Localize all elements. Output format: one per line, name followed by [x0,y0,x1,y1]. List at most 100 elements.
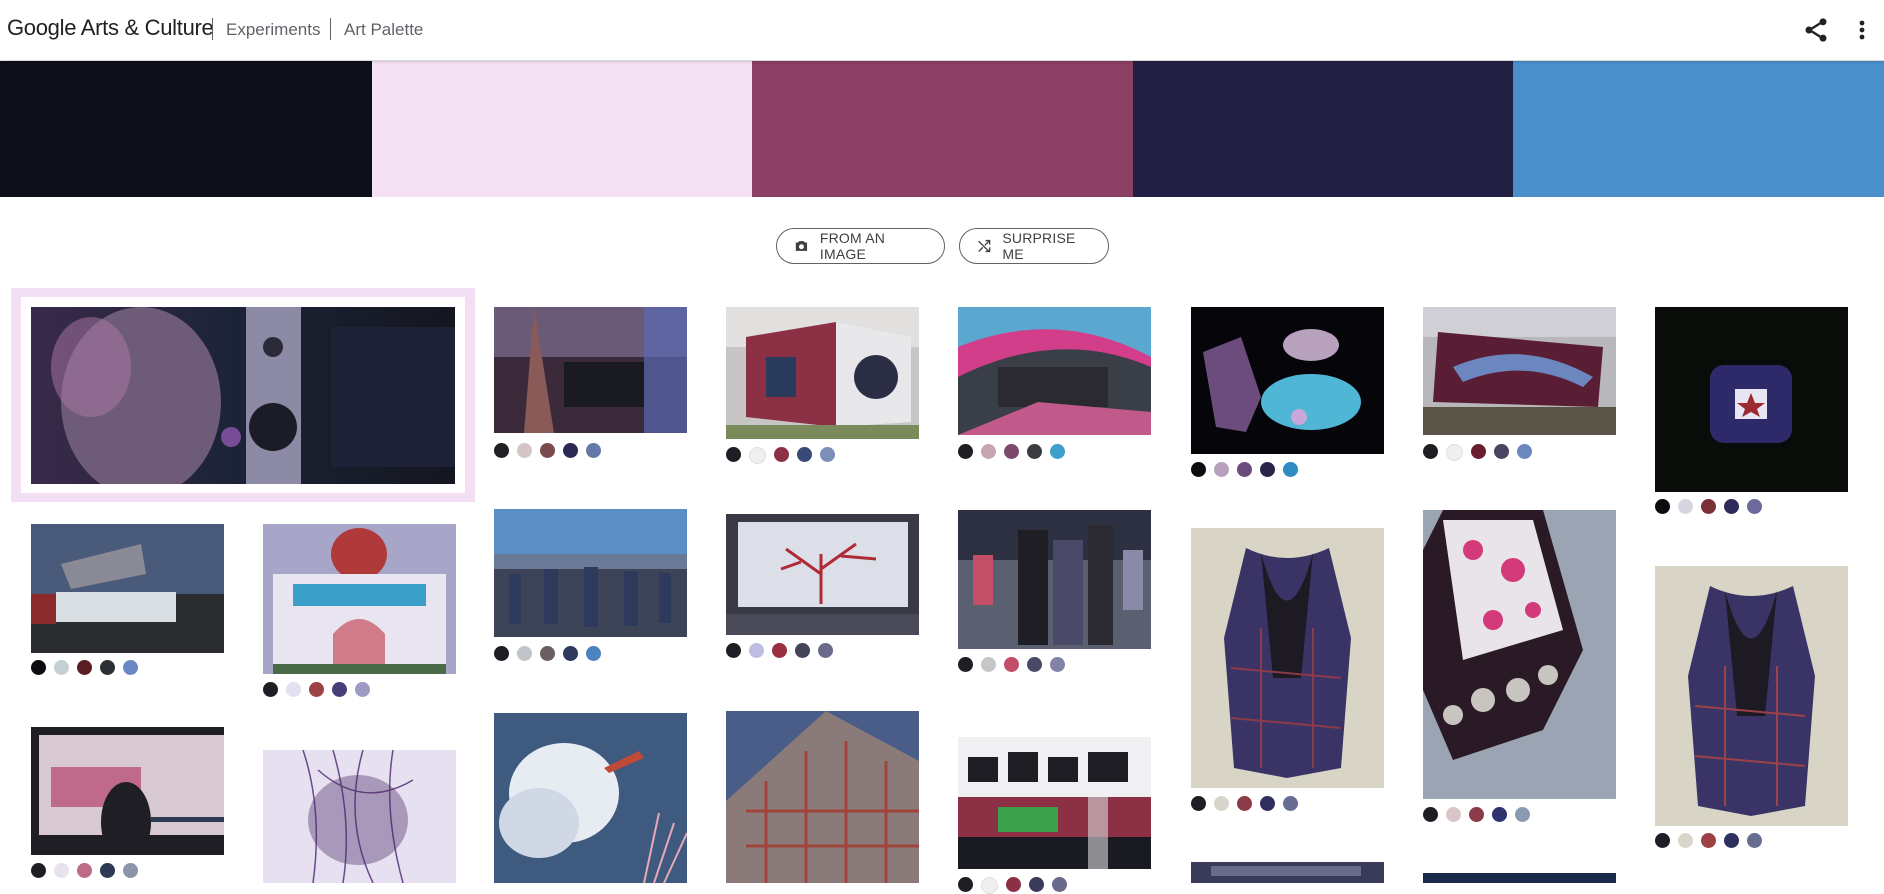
artwork-crowd-hall[interactable] [494,509,687,637]
color-dot[interactable] [1423,807,1438,822]
breadcrumb-experiments[interactable]: Experiments [226,20,320,40]
color-dot[interactable] [1004,444,1019,459]
color-dot[interactable] [1446,807,1461,822]
color-dot[interactable] [355,682,370,697]
color-dot[interactable] [749,643,764,658]
color-dot[interactable] [1214,796,1229,811]
artwork-palace-building[interactable] [263,524,456,674]
artwork-street-art-plaza[interactable] [958,307,1151,435]
artwork-piano-church[interactable] [494,307,687,433]
color-dot[interactable] [726,643,741,658]
color-dot[interactable] [586,646,601,661]
color-dot[interactable] [1517,444,1532,459]
color-dot[interactable] [54,660,69,675]
color-dot[interactable] [981,657,996,672]
color-dot[interactable] [958,657,973,672]
color-dot[interactable] [1237,796,1252,811]
color-dot[interactable] [1655,499,1670,514]
color-dot[interactable] [1724,833,1739,848]
surprise-me-button[interactable]: SURPRISE ME [959,228,1109,264]
color-dot[interactable] [100,863,115,878]
artwork-graffiti-wall[interactable] [958,737,1151,869]
color-dot[interactable] [726,447,741,462]
color-dot[interactable] [123,863,138,878]
color-dot[interactable] [1515,807,1530,822]
palette-swatch-2[interactable] [372,61,752,197]
artwork-purple-threads[interactable] [263,750,456,883]
color-dot[interactable] [1724,499,1739,514]
artwork-sky-painting[interactable] [494,713,687,883]
artwork-coral-painting[interactable] [726,514,919,635]
color-dot[interactable] [1471,444,1486,459]
color-dot[interactable] [77,660,92,675]
artwork-vest-1[interactable] [1191,528,1384,788]
color-dot[interactable] [54,863,69,878]
more-vert-icon[interactable] [1850,16,1874,44]
color-dot[interactable] [797,447,812,462]
color-dot[interactable] [749,447,766,464]
color-dot[interactable] [1678,833,1693,848]
color-dot[interactable] [494,646,509,661]
color-dot[interactable] [332,682,347,697]
color-dot[interactable] [1006,877,1021,892]
color-dot[interactable] [1283,462,1298,477]
color-dot[interactable] [309,682,324,697]
artwork-partial-2[interactable] [1423,873,1616,883]
brand-logo[interactable]: Google Arts & Culture [7,15,214,41]
color-dot[interactable] [795,643,810,658]
artwork-steel-frame[interactable] [726,711,919,883]
palette-swatch-5[interactable] [1513,61,1884,197]
color-dot[interactable] [1052,877,1067,892]
artwork-minerals[interactable] [1191,307,1384,454]
color-dot[interactable] [818,643,833,658]
color-dot[interactable] [1004,657,1019,672]
color-dot[interactable] [31,660,46,675]
artwork-painted-block[interactable] [1423,307,1616,435]
artwork-billboard-dusk[interactable] [31,524,224,653]
color-dot[interactable] [286,682,301,697]
color-dot[interactable] [1283,796,1298,811]
artwork-embroidered-sleeve[interactable] [1423,510,1616,799]
color-dot[interactable] [1655,833,1670,848]
color-dot[interactable] [1494,444,1509,459]
color-dot[interactable] [1191,796,1206,811]
artwork-man-studio[interactable] [31,307,455,484]
color-dot[interactable] [1260,796,1275,811]
color-dot[interactable] [1050,657,1065,672]
color-dot[interactable] [1214,462,1229,477]
color-dot[interactable] [563,443,578,458]
color-dot[interactable] [100,660,115,675]
color-dot[interactable] [774,447,789,462]
color-dot[interactable] [958,877,973,892]
color-dot[interactable] [1678,499,1693,514]
color-dot[interactable] [1027,657,1042,672]
color-dot[interactable] [1701,833,1716,848]
color-dot[interactable] [494,443,509,458]
share-icon[interactable] [1802,16,1830,44]
color-dot[interactable] [958,444,973,459]
color-dot[interactable] [772,643,787,658]
artwork-square-tile[interactable] [1655,307,1848,492]
artwork-mural-cube[interactable] [726,307,919,439]
color-dot[interactable] [77,863,92,878]
color-dot[interactable] [123,660,138,675]
color-dot[interactable] [1492,807,1507,822]
breadcrumb-art-palette[interactable]: Art Palette [344,20,423,40]
color-dot[interactable] [563,646,578,661]
color-dot[interactable] [981,444,996,459]
palette-swatch-3[interactable] [752,61,1133,197]
color-dot[interactable] [1747,499,1762,514]
color-dot[interactable] [1260,462,1275,477]
color-dot[interactable] [1191,462,1206,477]
color-dot[interactable] [263,682,278,697]
color-dot[interactable] [586,443,601,458]
color-dot[interactable] [517,646,532,661]
color-dot[interactable] [981,877,998,894]
color-dot[interactable] [31,863,46,878]
palette-swatch-4[interactable] [1133,61,1513,197]
color-dot[interactable] [1469,807,1484,822]
artwork-people-street[interactable] [958,510,1151,649]
palette-swatch-1[interactable] [0,61,372,197]
color-dot[interactable] [1050,444,1065,459]
from-image-button[interactable]: FROM AN IMAGE [776,228,945,264]
